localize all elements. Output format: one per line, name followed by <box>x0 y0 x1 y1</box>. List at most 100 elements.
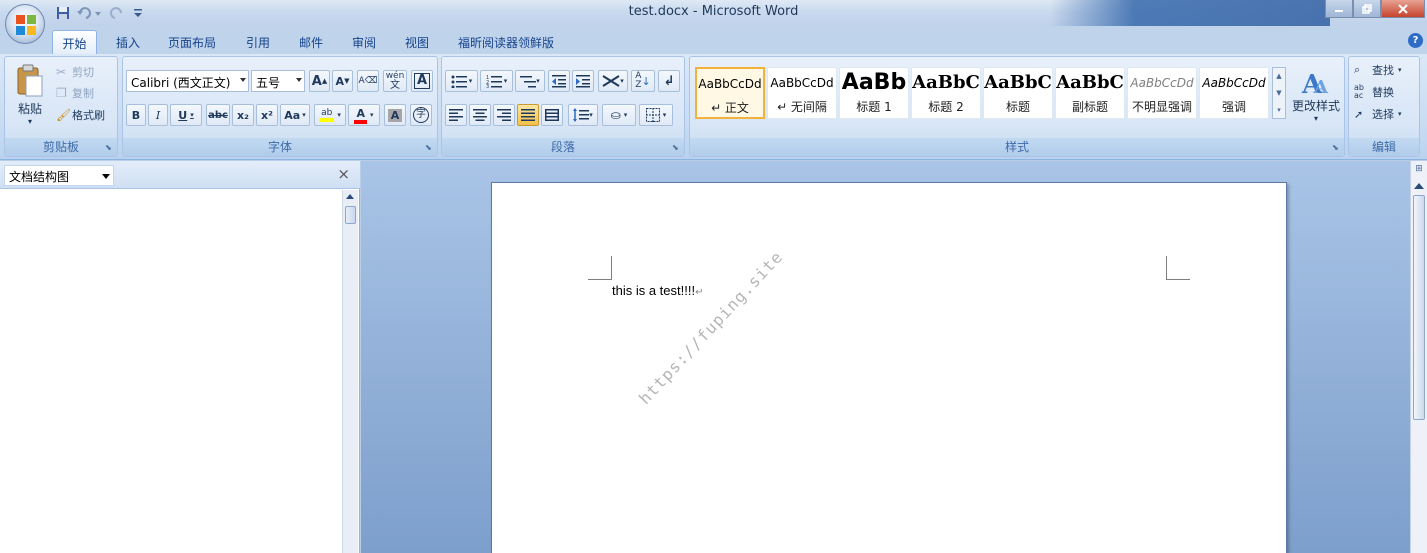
distributed-button[interactable] <box>541 104 563 126</box>
document-page[interactable]: this is a test!!!!↵ https://fuping.site <box>491 182 1287 553</box>
align-right-button[interactable] <box>493 104 515 126</box>
style-sample: AaBbC <box>1056 72 1124 93</box>
font-color-button[interactable]: A ▾ <box>348 104 380 126</box>
paragraph-dialog-launcher-icon[interactable]: ⬊ <box>672 143 681 152</box>
document-map-scrollbar[interactable] <box>342 190 358 553</box>
format-painter-button[interactable]: 🖌 格式刷 <box>55 105 117 124</box>
restore-button[interactable] <box>1353 0 1381 18</box>
scroll-up-icon[interactable] <box>1414 183 1424 189</box>
gallery-up-icon[interactable]: ▲ <box>1273 68 1285 85</box>
styles-group: AaBbCcDd ↵ 正文 AaBbCcDd ↵ 无间隔 AaBb 标题 1 A… <box>689 56 1345 157</box>
sort-button[interactable]: A Z ↓ <box>631 70 655 92</box>
gallery-down-icon[interactable]: ▼ <box>1273 85 1285 102</box>
style-emphasis[interactable]: AaBbCcDd 强调 <box>1199 67 1269 119</box>
line-spacing-button[interactable]: ▾ <box>568 104 598 126</box>
copy-button[interactable]: ❐ 复制 <box>55 83 113 102</box>
scroll-thumb[interactable] <box>345 206 356 224</box>
increase-indent-button[interactable] <box>572 70 594 92</box>
cursor-arrow-icon: ➚ <box>1354 107 1364 121</box>
change-styles-icon: A A <box>1301 70 1329 97</box>
highlighter-icon: ab <box>319 108 335 122</box>
styles-gallery-scroll[interactable]: ▲ ▼ ▾ <box>1272 67 1286 119</box>
style-subtle-emphasis[interactable]: AaBbCcDd 不明显强调 <box>1127 67 1197 119</box>
char-border-button[interactable]: A <box>411 70 433 92</box>
styles-dialog-launcher-icon[interactable]: ⬊ <box>1332 143 1341 152</box>
customize-icon[interactable] <box>129 4 147 22</box>
tab-home[interactable]: 开始 <box>52 30 97 54</box>
style-heading-2[interactable]: AaBbC 标题 2 <box>911 67 981 119</box>
strikethrough-button[interactable]: abc <box>206 104 230 126</box>
style-no-spacing[interactable]: AaBbCcDd ↵ 无间隔 <box>767 67 837 119</box>
shading-button[interactable]: ⛀ ▾ <box>602 104 636 126</box>
style-subtitle[interactable]: AaBbC 副标题 <box>1055 67 1125 119</box>
replace-label: 替换 <box>1372 86 1394 99</box>
borders-button[interactable]: ▾ <box>639 104 673 126</box>
style-heading-1[interactable]: AaBb 标题 1 <box>839 67 909 119</box>
grow-font-button[interactable]: A ▲ <box>309 70 330 92</box>
paragraph-mark-icon: ↲ <box>663 73 675 89</box>
office-button[interactable] <box>5 4 45 44</box>
underline-button[interactable]: U ▾ <box>170 104 202 126</box>
tab-page-layout[interactable]: 页面布局 <box>160 30 224 54</box>
justify-button[interactable] <box>517 104 539 126</box>
italic-button[interactable]: I <box>148 104 168 126</box>
tab-insert[interactable]: 插入 <box>107 30 149 54</box>
format-painter-label: 格式刷 <box>72 108 105 122</box>
shrink-font-button[interactable]: A ▼ <box>332 70 353 92</box>
help-icon[interactable]: ? <box>1408 33 1423 48</box>
replace-button[interactable]: ab ac 替换 <box>1353 82 1417 102</box>
select-button[interactable]: ➚ 选择 ▾ <box>1353 104 1417 124</box>
superscript-button[interactable]: x² <box>256 104 278 126</box>
align-left-button[interactable] <box>445 104 467 126</box>
change-styles-button[interactable]: A A 更改样式 ▾ <box>1290 59 1342 131</box>
show-marks-button[interactable]: ↲ <box>658 70 680 92</box>
tab-mailings[interactable]: 邮件 <box>290 30 332 54</box>
undo-icon[interactable] <box>75 4 105 22</box>
scroll-up-icon[interactable] <box>346 194 354 199</box>
highlight-button[interactable]: ab ▾ <box>314 104 346 126</box>
tab-references[interactable]: 引用 <box>237 30 279 54</box>
window-controls <box>1325 0 1425 18</box>
gallery-more-icon[interactable]: ▾ <box>1273 102 1285 118</box>
numbering-button[interactable]: 1 2 3 ▾ <box>480 70 513 92</box>
clipboard-dialog-launcher-icon[interactable]: ⬊ <box>105 143 114 152</box>
bold-button[interactable]: B <box>126 104 146 126</box>
save-icon[interactable] <box>54 4 72 22</box>
multilevel-list-button[interactable]: ▾ <box>515 70 545 92</box>
decrease-indent-button[interactable] <box>548 70 570 92</box>
paste-button[interactable]: 粘贴 ▾ <box>9 59 51 131</box>
binoculars-icon: ⌕ <box>1354 63 1361 76</box>
vertical-scrollbar[interactable]: ⊞ <box>1410 161 1427 553</box>
close-button[interactable] <box>1381 0 1425 18</box>
change-case-button[interactable]: Aa ▾ <box>280 104 310 126</box>
close-pane-button[interactable]: × <box>337 165 350 183</box>
align-center-button[interactable] <box>469 104 491 126</box>
font-dialog-launcher-icon[interactable]: ⬊ <box>425 143 434 152</box>
clear-formatting-button[interactable]: A⌫ <box>357 70 379 92</box>
document-map-select[interactable]: 文档结构图 <box>4 165 114 186</box>
style-title[interactable]: AaBbC 标题 <box>983 67 1053 119</box>
enclose-characters-icon: 字 <box>413 107 429 123</box>
tab-foxit-reader[interactable]: 福昕阅读器领鲜版 <box>450 30 562 54</box>
style-normal[interactable]: AaBbCcDd ↵ 正文 <box>695 67 765 119</box>
bullets-button[interactable]: ▾ <box>445 70 478 92</box>
char-shading-button[interactable]: A <box>384 104 406 126</box>
style-sample: AaBbCcDd <box>1130 76 1194 90</box>
scroll-thumb[interactable] <box>1413 195 1425 420</box>
tab-view[interactable]: 视图 <box>396 30 438 54</box>
enclose-characters-button[interactable]: 字 <box>410 104 432 126</box>
redo-icon[interactable] <box>108 4 126 22</box>
find-button[interactable]: ⌕ 查找 ▾ <box>1353 60 1417 80</box>
subscript-button[interactable]: x₂ <box>232 104 254 126</box>
font-name-combo[interactable]: Calibri (西文正文) <box>126 70 249 92</box>
tab-review[interactable]: 审阅 <box>343 30 385 54</box>
chinese-layout-button[interactable]: ▾ <box>598 70 628 92</box>
minimize-button[interactable] <box>1325 0 1353 18</box>
document-text[interactable]: this is a test!!!!↵ <box>612 283 703 298</box>
cut-button[interactable]: ✂ 剪切 <box>55 62 113 81</box>
ruler-toggle-icon[interactable]: ⊞ <box>1413 164 1425 176</box>
phonetic-guide-button[interactable]: wén 文 <box>383 70 407 92</box>
font-size-combo[interactable]: 五号 <box>251 70 305 92</box>
ribbon: 粘贴 ▾ ✂ 剪切 ❐ 复制 🖌 格式刷 剪贴板 ⬊ Calibri (西文正文… <box>0 54 1427 160</box>
find-label: 查找 <box>1372 64 1394 77</box>
